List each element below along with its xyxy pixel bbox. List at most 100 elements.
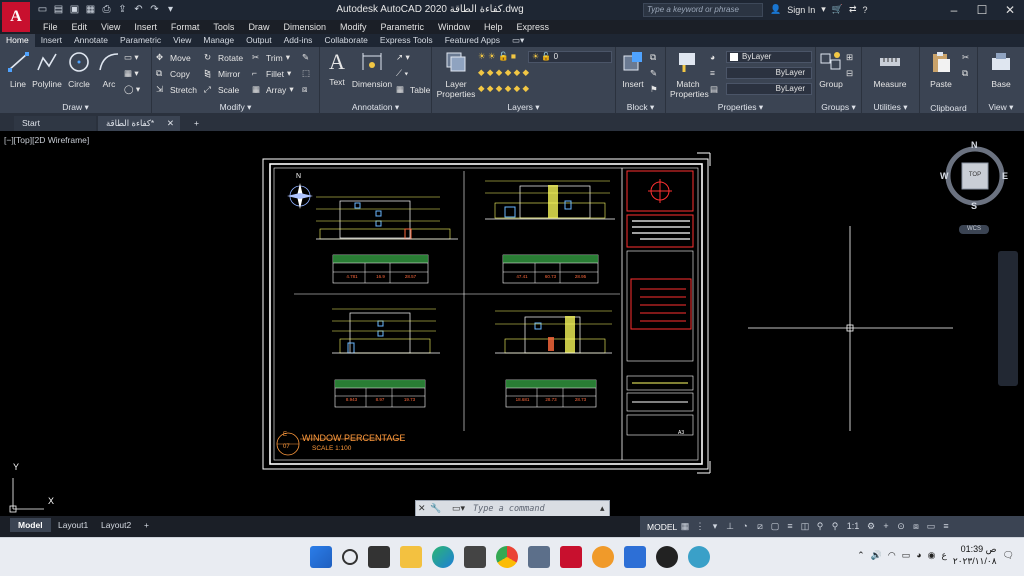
color-dropdown[interactable]: ByLayer bbox=[726, 51, 812, 63]
group-edit-icon[interactable]: ⊟ bbox=[846, 68, 853, 79]
ribbon-tab-view[interactable]: View bbox=[167, 34, 197, 47]
tray-app-icon[interactable]: ◕ bbox=[916, 550, 921, 560]
volume-icon[interactable]: 🔊 bbox=[871, 550, 882, 561]
copy-clip-icon[interactable]: ⧉ bbox=[962, 68, 968, 79]
annotation-visibility-icon[interactable]: ⚲ bbox=[830, 520, 840, 532]
polar-icon[interactable]: ◔ bbox=[740, 520, 750, 532]
chevron-down-icon[interactable]: ▾ bbox=[821, 4, 826, 15]
isolate-icon[interactable]: ⊙ bbox=[896, 520, 906, 532]
obs-icon[interactable] bbox=[656, 546, 678, 568]
drawing-canvas[interactable]: [−][Top][2D Wireframe] N A3 4.781 16.9 2… bbox=[0, 131, 1024, 516]
chrome-icon[interactable] bbox=[496, 546, 518, 568]
menu-dimension[interactable]: Dimension bbox=[276, 20, 333, 34]
tray-app2-icon[interactable]: ◉ bbox=[928, 550, 936, 561]
stretch-tool[interactable]: ⇲ Stretch bbox=[156, 84, 197, 95]
command-input[interactable]: Type a command bbox=[473, 504, 545, 514]
new-tab-button[interactable]: + bbox=[186, 116, 199, 131]
layer-properties-tool[interactable]: Layer Properties bbox=[436, 50, 476, 99]
ortho-icon[interactable]: ⊥ bbox=[725, 520, 735, 532]
menu-format[interactable]: Format bbox=[164, 20, 207, 34]
ribbon-tab-home[interactable]: Home bbox=[0, 34, 35, 47]
menu-file[interactable]: File bbox=[36, 20, 65, 34]
groups-panel-title[interactable]: Groups ▾ bbox=[816, 102, 861, 113]
tab-active-drawing[interactable]: كفاءة الطاقة* ✕ bbox=[98, 116, 180, 131]
navigation-bar[interactable] bbox=[998, 251, 1018, 386]
array-tool[interactable]: ▦ Array ▾ bbox=[252, 84, 294, 95]
calculator-icon[interactable] bbox=[528, 546, 550, 568]
dimension-tool[interactable]: Dimension bbox=[350, 50, 394, 89]
menu-view[interactable]: View bbox=[94, 20, 127, 34]
isodraft-icon[interactable]: ⧄ bbox=[755, 520, 765, 532]
layer-tools-row1[interactable]: ◆ ◆ ◆ ◆ ◆ ◆ bbox=[478, 67, 529, 78]
measure-tool[interactable]: Measure bbox=[868, 50, 912, 89]
app-menu-button[interactable]: A bbox=[2, 2, 30, 32]
grid-icon[interactable]: ▦ bbox=[680, 520, 690, 532]
edit-block-icon[interactable]: ✎ bbox=[650, 68, 657, 79]
group-tool[interactable]: Group bbox=[818, 50, 844, 89]
text-tool[interactable]: A Text bbox=[324, 50, 350, 88]
media-player-icon[interactable] bbox=[592, 546, 614, 568]
view-panel-title[interactable]: View ▾ bbox=[978, 102, 1024, 113]
layers-panel-title[interactable]: Layers ▾ bbox=[432, 102, 615, 113]
menu-draw[interactable]: Draw bbox=[241, 20, 276, 34]
command-close-icon[interactable]: ✕ bbox=[418, 503, 426, 514]
customize-icon[interactable]: ≡ bbox=[941, 520, 951, 532]
menu-window[interactable]: Window bbox=[431, 20, 477, 34]
paste-tool[interactable]: Paste bbox=[926, 50, 956, 89]
mirror-tool[interactable]: ⧎ Mirror bbox=[204, 68, 240, 79]
circle-tool[interactable]: Circle bbox=[64, 50, 94, 89]
properties-panel-title[interactable]: Properties ▾ bbox=[666, 102, 815, 113]
menu-tools[interactable]: Tools bbox=[206, 20, 241, 34]
ellipse-icon[interactable]: ◯ ▾ bbox=[124, 84, 140, 95]
workspace-gear-icon[interactable]: ⚙ bbox=[866, 520, 876, 532]
ribbon-tab-featured-apps[interactable]: Featured Apps bbox=[439, 34, 506, 47]
plus-icon[interactable]: + bbox=[881, 520, 891, 532]
move-tool[interactable]: ✥ Move bbox=[156, 52, 191, 63]
status-dropdown-icon[interactable]: ▾ bbox=[710, 520, 720, 532]
menu-express[interactable]: Express bbox=[510, 20, 557, 34]
menu-edit[interactable]: Edit bbox=[65, 20, 95, 34]
utilities-panel-title[interactable]: Utilities ▾ bbox=[862, 102, 919, 113]
base-tool[interactable]: Base bbox=[986, 50, 1016, 89]
battery-icon[interactable]: ▭ bbox=[902, 550, 911, 561]
rectangle-icon[interactable]: ▭ ▾ bbox=[124, 52, 139, 63]
viewcube-north[interactable]: N bbox=[971, 140, 978, 150]
autocad-taskbar-icon[interactable] bbox=[560, 546, 582, 568]
create-block-icon[interactable]: ⧉ bbox=[650, 52, 656, 63]
store-icon[interactable] bbox=[464, 546, 486, 568]
tab-layout1[interactable]: Layout1 bbox=[50, 518, 96, 532]
ribbon-tab-manage[interactable]: Manage bbox=[197, 34, 240, 47]
clean-screen-icon[interactable]: ▭ bbox=[926, 520, 936, 532]
polyline-tool[interactable]: Polyline bbox=[32, 50, 62, 89]
user-icon[interactable]: 👤 bbox=[770, 4, 781, 15]
add-layout-button[interactable]: + bbox=[136, 518, 157, 532]
offset-icon[interactable]: ⧈ bbox=[302, 84, 307, 95]
color-wheel-icon[interactable]: ◕ bbox=[710, 52, 715, 62]
layer-dropdown[interactable]: ☀ 🔓 0 bbox=[528, 51, 612, 63]
draw-panel-title[interactable]: Draw ▾ bbox=[0, 102, 151, 113]
menu-help[interactable]: Help bbox=[477, 20, 510, 34]
ribbon-tab-collaborate[interactable]: Collaborate bbox=[318, 34, 373, 47]
language-indicator[interactable]: ع bbox=[942, 550, 947, 561]
ribbon-tab-express-tools[interactable]: Express Tools bbox=[374, 34, 439, 47]
model-space-button[interactable]: MODEL bbox=[647, 522, 677, 532]
rotate-tool[interactable]: ↻ Rotate bbox=[204, 52, 243, 63]
leader-icon[interactable]: ↗ ▾ bbox=[396, 52, 410, 63]
edge-icon[interactable] bbox=[432, 546, 454, 568]
leader-tool-icon[interactable]: ⟋ ▾ bbox=[396, 68, 408, 79]
copy-tool[interactable]: ⧉ Copy bbox=[156, 68, 190, 79]
sign-in-button[interactable]: Sign In bbox=[787, 5, 815, 15]
task-view-icon[interactable] bbox=[368, 546, 390, 568]
lineweight-dropdown[interactable]: ByLayer bbox=[726, 83, 812, 95]
tab-model[interactable]: Model bbox=[10, 518, 51, 532]
command-expand-icon[interactable]: ▴ bbox=[600, 503, 605, 514]
ribbon-tab-add-ins[interactable]: Add-ins bbox=[278, 34, 319, 47]
photos-icon[interactable] bbox=[624, 546, 646, 568]
arc-tool[interactable]: Arc bbox=[96, 50, 122, 89]
app-icon[interactable] bbox=[688, 546, 710, 568]
search-input[interactable]: Type a keyword or phrase bbox=[643, 3, 763, 17]
ribbon-tab-insert[interactable]: Insert bbox=[35, 34, 68, 47]
windows-start-icon[interactable] bbox=[310, 546, 332, 568]
close-tab-icon[interactable]: ✕ bbox=[167, 116, 174, 131]
menu-insert[interactable]: Insert bbox=[127, 20, 164, 34]
